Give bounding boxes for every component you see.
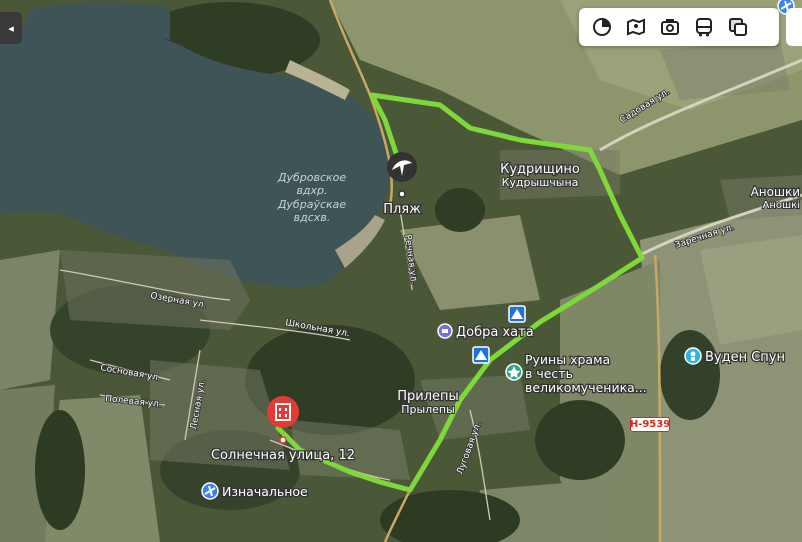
map-toolbar xyxy=(579,8,779,46)
satellite-map[interactable]: Дубровское вдхр. Дубраўскае вдсхв. Пляж … xyxy=(0,0,802,542)
attraction-icon[interactable] xyxy=(684,347,702,365)
toolbar-edge xyxy=(786,8,802,46)
poi-iznachalnoe[interactable]: Изначальное xyxy=(221,483,310,501)
poi-church-line2[interactable]: в честь xyxy=(524,365,574,383)
sidebar-collapse-button[interactable]: ◂ xyxy=(0,12,22,44)
crossing-icon[interactable] xyxy=(508,305,526,323)
crossing-icon[interactable] xyxy=(472,346,490,364)
reservoir-label-be: Дубраўскае xyxy=(277,198,347,211)
village-prilepy-be: Прылепы xyxy=(401,403,455,416)
transport-icon[interactable] xyxy=(687,10,721,44)
map-type-icon[interactable] xyxy=(721,10,755,44)
reservoir-label-ru2: вдхр. xyxy=(296,184,327,197)
beach-label: Пляж xyxy=(383,202,421,217)
poi-vuden-spun[interactable]: Вуден Спун xyxy=(704,349,787,367)
poi-church-line1[interactable]: Руины храма xyxy=(524,351,612,369)
airplane-icon[interactable] xyxy=(201,482,219,500)
hotel-icon[interactable] xyxy=(437,323,453,339)
destination-label: Солнечная улица, 12 xyxy=(211,448,355,463)
poi-dobra-hata[interactable]: Добра хата xyxy=(455,324,535,342)
village-prilepy: Прилепы xyxy=(397,389,459,404)
landmark-star-icon[interactable] xyxy=(505,363,523,381)
reservoir-label-be2: вдсхв. xyxy=(294,211,331,224)
photo-icon[interactable] xyxy=(653,10,687,44)
road-number-badge: Н-9539 xyxy=(629,417,671,432)
layers-icon[interactable] xyxy=(585,10,619,44)
village-kudrishchino-be: Кудрышчына xyxy=(502,176,579,189)
village-anoshki-be: Аношкі xyxy=(763,199,800,211)
panorama-icon[interactable] xyxy=(619,10,653,44)
poi-church-line3[interactable]: великомученика... xyxy=(524,379,648,397)
village-anoshki: Аношки xyxy=(751,185,800,199)
village-kudrishchino: Кудрищино xyxy=(500,162,580,177)
reservoir-label-ru: Дубровское xyxy=(277,171,347,184)
